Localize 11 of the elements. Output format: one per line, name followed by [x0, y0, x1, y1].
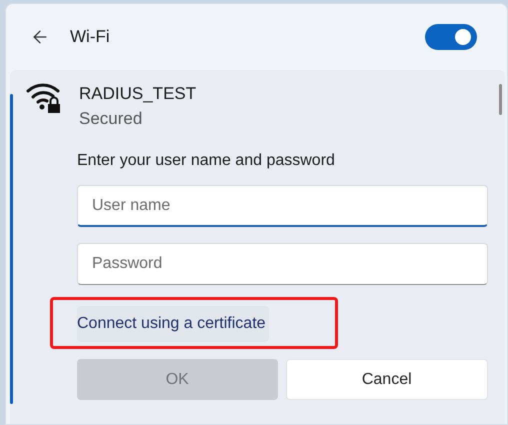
text-field[interactable]: Password — [77, 243, 488, 285]
toggle-knob — [455, 29, 471, 45]
window-title: Wi-Fi — [70, 26, 110, 48]
credentials-prompt: Enter your user name and password — [77, 151, 336, 171]
certificate-link[interactable]: Connect using a certificate — [77, 306, 269, 342]
wifi-toggle[interactable] — [425, 24, 477, 50]
text-field[interactable]: User name — [77, 185, 488, 227]
scrollbar-thumb[interactable] — [499, 84, 502, 115]
network-status: Secured — [79, 108, 144, 130]
network-name: RADIUS_TEST — [79, 83, 196, 105]
cancel-button[interactable]: Cancel — [286, 359, 488, 400]
